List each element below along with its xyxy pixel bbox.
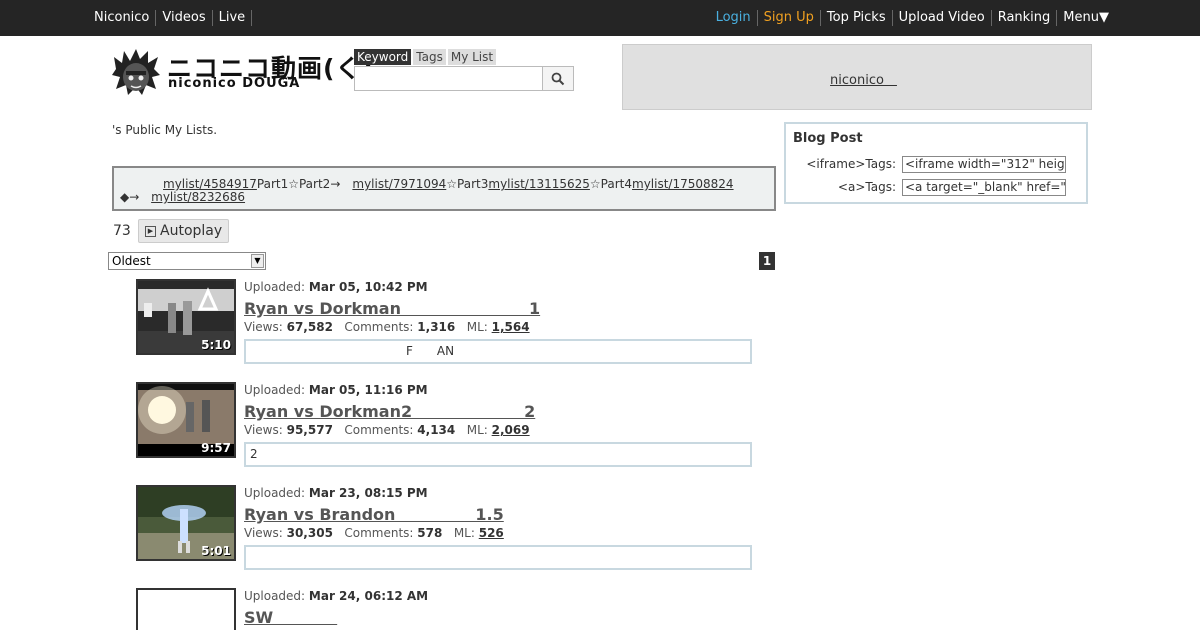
video-stats: Views: 67,582 Comments: 1,316 ML: 1,564 [244, 320, 530, 334]
page-number[interactable]: 1 [759, 252, 775, 270]
upload-video-link[interactable]: Upload Video [891, 10, 991, 26]
video-upload-date: Uploaded: Mar 05, 11:16 PM [244, 383, 428, 397]
a-tag-row: <a>Tags: <a target="_blank" href=" [786, 179, 1086, 199]
top-nav-right: Login Sign Up Top Picks Upload Video Ran… [710, 10, 1109, 26]
video-title-link[interactable]: SW [244, 604, 337, 628]
sort-selected-value: Oldest [112, 254, 151, 268]
a-tag-field[interactable]: <a target="_blank" href=" [902, 179, 1066, 196]
video-duration: 9:57 [201, 441, 231, 455]
ad-banner: niconico [622, 44, 1092, 110]
logo-english-text: niconico DOUGA [168, 76, 301, 91]
description-line-2: ◆→ mylist/8232686 [120, 190, 245, 204]
video-upload-date: Uploaded: Mar 23, 08:15 PM [244, 486, 428, 500]
owner-public-mylists-text: 's Public My Lists. [112, 123, 218, 137]
mylist-link[interactable]: mylist/8232686 [151, 190, 245, 204]
video-upload-date: Uploaded: Mar 24, 06:12 AM [244, 589, 429, 603]
a-tag-label: <a>Tags: [837, 180, 896, 194]
video-count: 73 [113, 223, 131, 239]
video-thumbnail[interactable]: 5:01 [136, 485, 236, 561]
signup-link[interactable]: Sign Up [756, 10, 820, 26]
sort-select[interactable]: Oldest ▼ [108, 252, 266, 270]
video-upload-date: Uploaded: Mar 05, 10:42 PM [244, 280, 428, 294]
description-text: Part1☆Part2→ [256, 177, 353, 191]
video-thumbnail[interactable]: 5:10 [136, 279, 236, 355]
video-title-link[interactable]: Ryan vs Dorkman 1 [244, 295, 540, 319]
top-nav-left: Niconico Videos Live [94, 10, 258, 26]
video-description: F AN [244, 339, 752, 364]
mylist-count-link[interactable]: 1,564 [492, 320, 530, 334]
video-description [244, 545, 752, 570]
nav-niconico[interactable]: Niconico [94, 10, 155, 26]
description-text: ◆→ [120, 190, 140, 204]
video-thumbnail[interactable]: 9:57 [136, 382, 236, 458]
nav-videos[interactable]: Videos [155, 10, 211, 26]
iframe-tag-row: <iframe>Tags: <iframe width="312" heig [786, 156, 1086, 176]
autoplay-label: Autoplay [160, 223, 223, 239]
play-icon: ▶ [145, 225, 156, 237]
top-picks-link[interactable]: Top Picks [819, 10, 892, 26]
video-duration: 5:10 [201, 338, 231, 352]
blog-post-panel: Blog Post <iframe>Tags: <iframe width="3… [784, 122, 1088, 204]
tab-tags[interactable]: Tags [413, 49, 446, 65]
description-line-1: mylist/4584917Part1☆Part2→ mylist/797109… [163, 175, 734, 192]
nav-divider-end [251, 10, 258, 26]
video-item: 5:10 Uploaded: Mar 05, 10:42 PM Ryan vs … [136, 279, 756, 379]
video-item: 5:01 Uploaded: Mar 23, 08:15 PM Ryan vs … [136, 485, 756, 585]
tab-my-list[interactable]: My List [447, 49, 497, 65]
search-tabs: Keyword Tags My List [354, 49, 497, 65]
chevron-down-icon: ▼ [251, 254, 264, 268]
iframe-tag-field[interactable]: <iframe width="312" heig [902, 156, 1066, 173]
video-duration: 5:01 [201, 544, 231, 558]
description-text: ☆Part3 [446, 177, 489, 191]
niconico-logo[interactable]: ニコニコ動画(く) niconico DOUGA [112, 49, 373, 99]
mylist-count-link[interactable]: 526 [479, 526, 504, 540]
description-text: ☆Part4 [589, 177, 633, 191]
ad-link[interactable]: niconico [623, 69, 1091, 88]
search-input[interactable] [354, 66, 543, 91]
iframe-tag-label: <iframe>Tags: [806, 157, 896, 171]
video-thumbnail[interactable] [136, 588, 236, 630]
login-link[interactable]: Login [710, 10, 757, 26]
video-title-link[interactable]: Ryan vs Brandon 1.5 [244, 501, 504, 525]
mylist-description: mylist/4584917Part1☆Part2→ mylist/797109… [112, 166, 776, 211]
nav-live[interactable]: Live [211, 10, 252, 26]
search-icon [551, 72, 565, 85]
ranking-link[interactable]: Ranking [990, 10, 1057, 26]
video-description: 2 [244, 442, 752, 467]
video-item: 9:57 Uploaded: Mar 05, 11:16 PM Ryan vs … [136, 382, 756, 482]
menu-dropdown[interactable]: Menu▼ [1056, 10, 1109, 26]
tab-keyword[interactable]: Keyword [354, 49, 412, 65]
mylist-link[interactable]: mylist/17508824 [632, 177, 734, 191]
mylist-link[interactable]: mylist/13115625 [488, 177, 590, 191]
video-stats: Views: 30,305 Comments: 578 ML: 526 [244, 526, 504, 540]
mylist-link[interactable]: mylist/7971094 [352, 177, 446, 191]
blog-post-title: Blog Post [793, 131, 863, 146]
autoplay-button[interactable]: ▶ Autoplay [138, 219, 229, 243]
mascot-face-icon [112, 49, 160, 95]
top-navigation-bar: Niconico Videos Live Login Sign Up Top P… [0, 0, 1200, 36]
video-item: Uploaded: Mar 24, 06:12 AM SW [136, 588, 756, 630]
mylist-link[interactable]: mylist/4584917 [163, 177, 257, 191]
mylist-count-link[interactable]: 2,069 [492, 423, 530, 437]
search-button[interactable] [542, 66, 574, 91]
video-title-link[interactable]: Ryan vs Dorkman2 2 [244, 398, 535, 422]
video-stats: Views: 95,577 Comments: 4,134 ML: 2,069 [244, 423, 530, 437]
